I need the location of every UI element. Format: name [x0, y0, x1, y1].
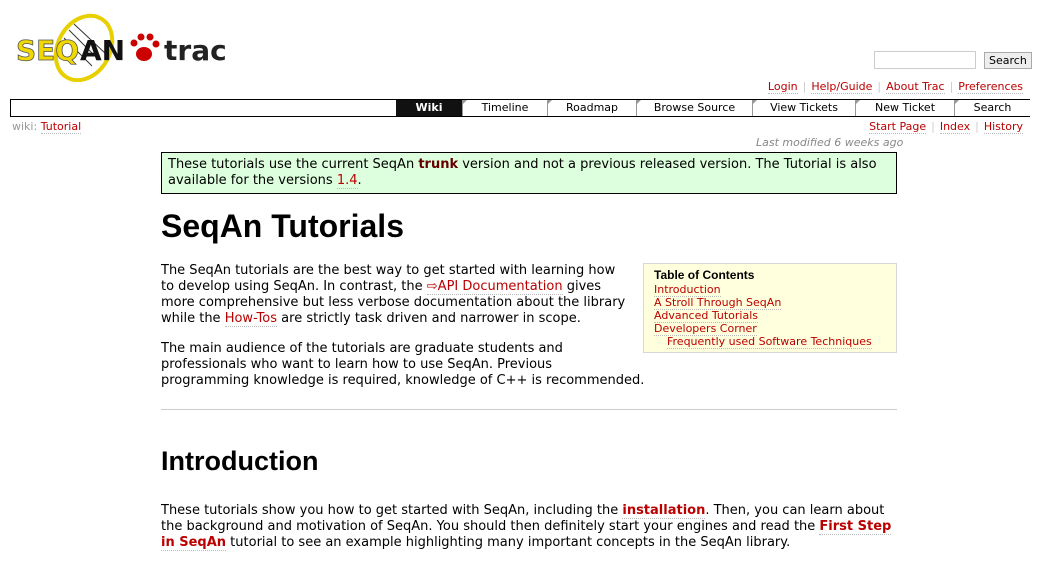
notice-text: . [357, 173, 362, 188]
svg-text:SEQ: SEQ [16, 34, 79, 67]
toc-item-introduction[interactable]: Introduction [654, 283, 721, 297]
breadcrumb: wiki: Tutorial [12, 120, 82, 134]
tab-roadmap[interactable]: Roadmap [547, 100, 636, 116]
svg-text:AN: AN [80, 34, 125, 67]
main-navigation: Wiki Timeline Roadmap Browse Source View… [10, 99, 1030, 117]
breadcrumb-tutorial-link[interactable]: Tutorial [40, 120, 82, 134]
trunk-link[interactable]: trunk [418, 157, 458, 172]
separator: | [877, 80, 882, 93]
notice-text: These tutorials use the current SeqAn [168, 157, 419, 172]
introduction-paragraph: These tutorials show you how to get star… [161, 503, 897, 551]
tab-timeline[interactable]: Timeline [462, 100, 547, 116]
seqan-trac-logo[interactable]: SEQ AN trac [14, 10, 229, 82]
preferences-link[interactable]: Preferences [958, 80, 1023, 94]
separator: | [931, 120, 935, 133]
introduction-heading: Introduction [161, 446, 319, 476]
history-link[interactable]: History [983, 120, 1023, 134]
page-title: SeqAn Tutorials [161, 208, 404, 244]
toc-item-advanced[interactable]: Advanced Tutorials [654, 309, 759, 323]
start-page-link[interactable]: Start Page [869, 120, 927, 134]
separator: | [949, 80, 954, 93]
toc-item-developers-corner[interactable]: Developers Corner [654, 322, 757, 336]
divider [161, 409, 897, 410]
how-tos-link[interactable]: How-Tos [224, 311, 278, 327]
context-navigation: Start Page | Index | History [869, 120, 1023, 134]
svg-text:trac: trac [164, 34, 227, 67]
index-link[interactable]: Index [939, 120, 971, 134]
api-documentation-link[interactable]: ⇨API Documentation [426, 279, 563, 295]
version-1-4-link[interactable]: 1.4 [336, 173, 358, 189]
tab-new-ticket[interactable]: New Ticket [855, 100, 954, 116]
help-guide-link[interactable]: Help/Guide [811, 80, 873, 94]
toc-item-software-techniques[interactable]: Frequently used Software Techniques [667, 335, 872, 349]
toc-title: Table of Contents [654, 268, 755, 282]
tab-view-tickets[interactable]: View Tickets [752, 100, 855, 116]
tab-search[interactable]: Search [954, 100, 1030, 116]
separator: | [975, 120, 979, 133]
version-notice: These tutorials use the current SeqAn tr… [161, 152, 897, 194]
last-modified[interactable]: Last modified 6 weeks ago [756, 136, 903, 149]
text: tutorial to see an example highlighting … [226, 535, 791, 550]
installation-link[interactable]: installation [622, 503, 706, 519]
table-of-contents: Table of Contents Introduction A Stroll … [643, 263, 897, 353]
search-button[interactable]: Search [984, 52, 1032, 69]
about-trac-link[interactable]: About Trac [886, 80, 945, 94]
breadcrumb-prefix: wiki: [12, 120, 38, 133]
toc-item-stroll[interactable]: A Stroll Through SeqAn [654, 296, 782, 310]
tab-wiki[interactable]: Wiki [396, 100, 462, 116]
separator: | [802, 80, 807, 93]
text: are strictly task driven and narrower in… [277, 311, 581, 326]
text: These tutorials show you how to get star… [161, 503, 623, 518]
wiki-content: These tutorials use the current SeqAn tr… [161, 152, 897, 565]
tab-browse-source[interactable]: Browse Source [636, 100, 752, 116]
search-input[interactable] [874, 51, 976, 69]
meta-navigation: Login | Help/Guide | About Trac | Preferences [767, 80, 1023, 94]
login-link[interactable]: Login [767, 80, 798, 94]
